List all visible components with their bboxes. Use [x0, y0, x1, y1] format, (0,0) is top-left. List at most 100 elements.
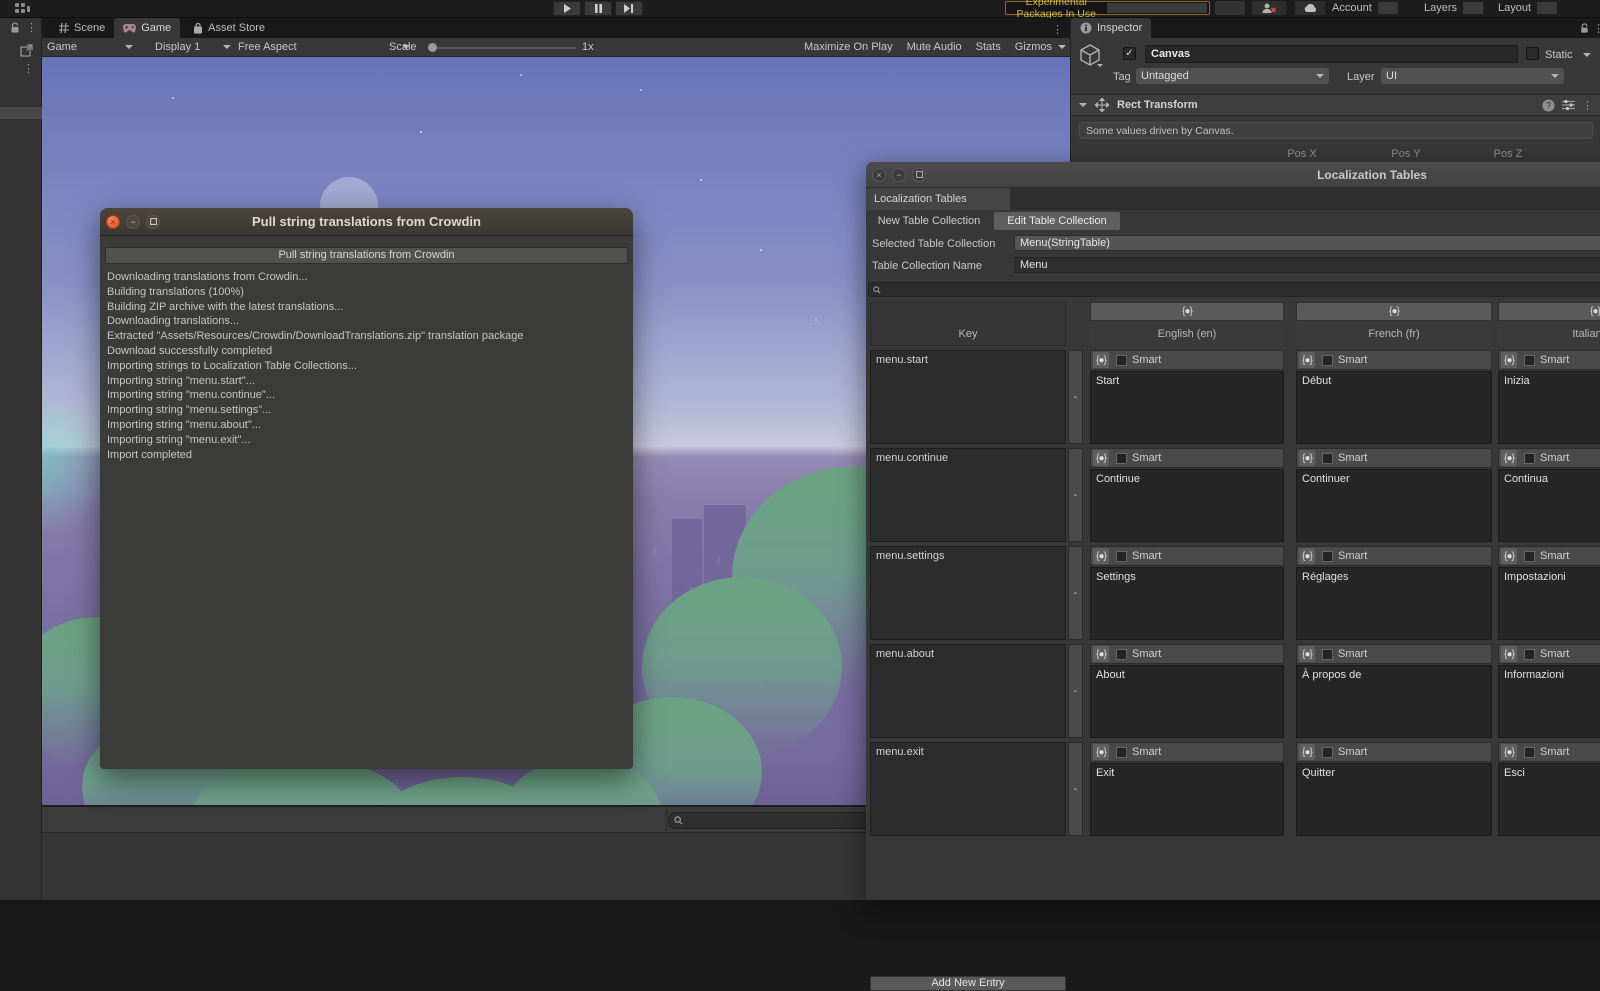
- rect-transform-header[interactable]: Rect Transform ? ⋮: [1071, 94, 1600, 116]
- popout-window-icon[interactable]: [20, 44, 33, 57]
- smart-checkbox[interactable]: [1116, 648, 1127, 660]
- smart-checkbox[interactable]: [1524, 550, 1535, 562]
- table-search-input[interactable]: [868, 282, 1600, 297]
- window-close-button[interactable]: ×: [872, 167, 886, 182]
- add-new-entry-button[interactable]: Add New Entry: [870, 976, 1066, 991]
- cloud-button[interactable]: [1295, 1, 1325, 15]
- translation-cell-fr[interactable]: Réglages: [1296, 567, 1492, 640]
- metadata-button[interactable]: {●}: [1093, 352, 1109, 368]
- strip-menu-icon[interactable]: ⋮: [26, 21, 37, 34]
- smart-checkbox[interactable]: [1322, 550, 1333, 562]
- french-column-header[interactable]: French (fr): [1296, 322, 1492, 346]
- gameobject-icon-dropdown[interactable]: [1097, 64, 1103, 67]
- render-target-dropdown[interactable]: Game: [47, 38, 133, 56]
- remove-entry-button[interactable]: -: [1068, 350, 1083, 444]
- object-name-field[interactable]: Canvas: [1145, 45, 1518, 63]
- tag-dropdown[interactable]: Untagged: [1136, 68, 1329, 84]
- foldout-arrow[interactable]: [1079, 103, 1087, 107]
- inspector-lock-icon[interactable]: [1579, 23, 1590, 34]
- smart-checkbox[interactable]: [1116, 354, 1127, 366]
- stats-toggle[interactable]: Stats: [976, 41, 1001, 53]
- translation-cell-fr[interactable]: À propos de: [1296, 665, 1492, 738]
- translation-cell-en[interactable]: Exit: [1090, 763, 1284, 836]
- smart-checkbox[interactable]: [1322, 354, 1333, 366]
- tab-game[interactable]: Game: [114, 18, 181, 38]
- smart-checkbox[interactable]: [1524, 354, 1535, 366]
- key-cell[interactable]: menu.continue: [870, 448, 1066, 542]
- layout-dropdown[interactable]: Layout: [1498, 1, 1558, 15]
- maximize-on-play-toggle[interactable]: Maximize On Play: [804, 41, 893, 53]
- inspector-menu-icon[interactable]: ⋮: [1593, 22, 1600, 35]
- lock-icon[interactable]: [9, 22, 21, 34]
- smart-checkbox[interactable]: [1524, 746, 1535, 758]
- metadata-button[interactable]: {●}: [1501, 646, 1517, 662]
- translation-cell-it[interactable]: Continua: [1498, 469, 1600, 542]
- layer-dropdown[interactable]: UI: [1381, 68, 1564, 84]
- window-minimize-button[interactable]: −: [892, 167, 906, 182]
- step-button[interactable]: [615, 1, 643, 16]
- collab-button[interactable]: [1252, 1, 1286, 15]
- warning-dropdown-thumb[interactable]: [1106, 3, 1207, 13]
- grid-tool-icon[interactable]: [10, 2, 32, 15]
- new-table-collection-button[interactable]: New Table Collection: [868, 212, 990, 230]
- metadata-button[interactable]: {●}: [1299, 646, 1315, 662]
- tab-inspector[interactable]: Inspector: [1071, 18, 1152, 38]
- display-dropdown[interactable]: Display 1: [155, 38, 231, 56]
- tab-localization-tables[interactable]: Localization Tables: [866, 188, 1010, 210]
- smart-checkbox[interactable]: [1524, 452, 1535, 464]
- localization-titlebar[interactable]: × − Localization Tables: [866, 162, 1600, 188]
- metadata-button[interactable]: {●}: [1093, 450, 1109, 466]
- french-column-settings-button[interactable]: {●}: [1296, 302, 1492, 321]
- play-button[interactable]: [553, 1, 581, 16]
- tab-scene[interactable]: Scene: [50, 18, 114, 38]
- translation-cell-it[interactable]: Impostazioni: [1498, 567, 1600, 640]
- smart-checkbox[interactable]: [1322, 452, 1333, 464]
- smart-checkbox[interactable]: [1116, 550, 1127, 562]
- key-column-header[interactable]: Key: [870, 302, 1066, 346]
- key-cell[interactable]: menu.about: [870, 644, 1066, 738]
- metadata-button[interactable]: {●}: [1501, 744, 1517, 760]
- remove-entry-button[interactable]: -: [1068, 546, 1083, 640]
- pause-button[interactable]: [584, 1, 612, 16]
- english-column-header[interactable]: English (en): [1090, 322, 1284, 346]
- undo-history-button[interactable]: [1215, 1, 1245, 15]
- metadata-button[interactable]: {●}: [1093, 548, 1109, 564]
- selected-collection-field[interactable]: Menu(StringTable): [1014, 235, 1600, 251]
- remove-entry-button[interactable]: -: [1068, 448, 1083, 542]
- remove-entry-button[interactable]: -: [1068, 742, 1083, 836]
- aspect-ratio-dropdown[interactable]: Free Aspect: [238, 38, 410, 56]
- experimental-packages-warning[interactable]: Experimental Packages In Use: [1005, 0, 1210, 20]
- pull-translations-button[interactable]: Pull string translations from Crowdin: [105, 247, 628, 264]
- smart-checkbox[interactable]: [1524, 648, 1535, 660]
- metadata-button[interactable]: {●}: [1093, 646, 1109, 662]
- mute-audio-toggle[interactable]: Mute Audio: [907, 41, 962, 53]
- component-menu-icon[interactable]: ⋮: [1582, 99, 1593, 112]
- edit-table-collection-button[interactable]: Edit Table Collection: [994, 212, 1120, 230]
- english-column-settings-button[interactable]: {●}: [1090, 302, 1284, 321]
- help-icon[interactable]: ?: [1542, 99, 1555, 112]
- scale-slider-knob[interactable]: [428, 43, 437, 52]
- translation-cell-en[interactable]: About: [1090, 665, 1284, 738]
- smart-checkbox[interactable]: [1116, 452, 1127, 464]
- translation-cell-fr[interactable]: Début: [1296, 371, 1492, 444]
- strip-menu2-icon[interactable]: ⋮: [23, 62, 34, 75]
- key-cell[interactable]: menu.exit: [870, 742, 1066, 836]
- metadata-button[interactable]: {●}: [1299, 548, 1315, 564]
- metadata-button[interactable]: {●}: [1299, 744, 1315, 760]
- italian-column-header[interactable]: Italian (it): [1498, 322, 1600, 346]
- metadata-button[interactable]: {●}: [1093, 744, 1109, 760]
- account-dropdown[interactable]: Account: [1332, 1, 1398, 15]
- translation-cell-fr[interactable]: Continuer: [1296, 469, 1492, 542]
- static-checkbox[interactable]: [1526, 47, 1539, 60]
- active-checkbox[interactable]: ✓: [1123, 47, 1136, 60]
- metadata-button[interactable]: {●}: [1501, 548, 1517, 564]
- layers-dropdown[interactable]: Layers: [1424, 1, 1484, 15]
- collection-name-field[interactable]: Menu: [1014, 257, 1600, 273]
- translation-cell-en[interactable]: Start: [1090, 371, 1284, 444]
- static-dropdown-arrow[interactable]: [1583, 53, 1591, 57]
- tab-asset-store[interactable]: Asset Store: [184, 18, 274, 38]
- smart-checkbox[interactable]: [1322, 648, 1333, 660]
- window-maximize-button[interactable]: [912, 167, 926, 182]
- translation-cell-fr[interactable]: Quitter: [1296, 763, 1492, 836]
- metadata-button[interactable]: {●}: [1299, 352, 1315, 368]
